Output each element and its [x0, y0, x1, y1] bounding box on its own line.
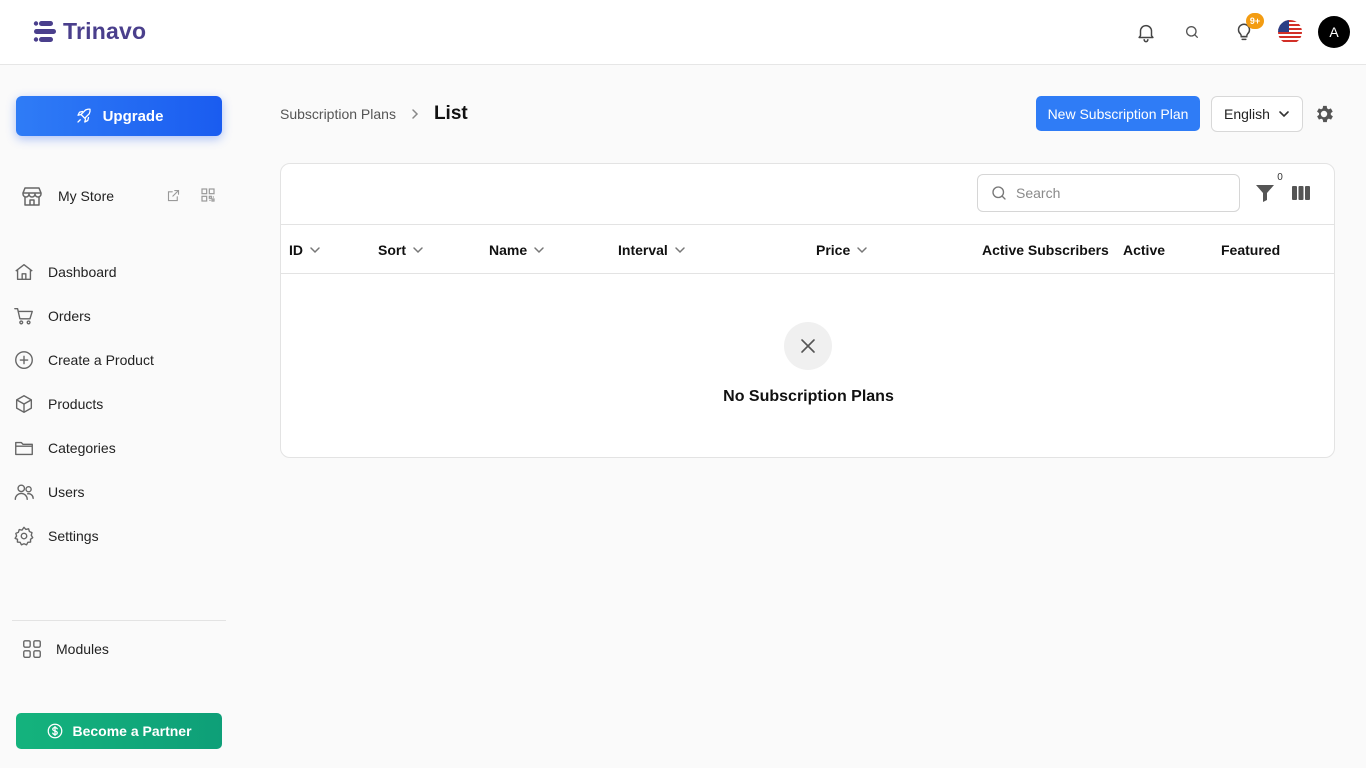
language-flag-button[interactable] — [1278, 20, 1302, 44]
my-store-label: My Store — [58, 188, 115, 204]
us-flag-icon — [1278, 20, 1302, 44]
gear-icon — [1317, 105, 1333, 123]
table-search[interactable] — [977, 174, 1240, 212]
rocket-icon — [76, 108, 91, 123]
column-id[interactable]: ID — [289, 241, 321, 259]
sidebar-item-label: Orders — [48, 308, 91, 324]
sidebar-item-label: Products — [48, 396, 104, 412]
sidebar-item-categories[interactable]: Categories — [12, 433, 222, 463]
columns-icon — [1292, 186, 1310, 200]
external-link-icon — [167, 189, 180, 202]
upgrade-label: Upgrade — [102, 107, 164, 125]
sidebar-divider — [12, 620, 226, 621]
chevron-down-icon — [675, 247, 685, 254]
top-bar: Trinavo 9+ A — [0, 0, 1366, 65]
chevron-down-icon — [857, 247, 867, 254]
search-input[interactable] — [1016, 185, 1216, 201]
my-store-row[interactable]: My Store — [20, 184, 220, 208]
column-name[interactable]: Name — [489, 241, 545, 259]
brand-name: Trinavo — [63, 18, 147, 44]
search-icon — [1186, 26, 1198, 38]
column-label: Name — [489, 242, 528, 258]
notifications-button[interactable] — [1134, 20, 1158, 44]
filter-count-badge: 0 — [1277, 172, 1283, 183]
dollar-circle-icon — [48, 723, 63, 739]
language-selected: English — [1224, 106, 1270, 122]
column-label: ID — [289, 242, 303, 258]
become-partner-button[interactable]: Become a Partner — [16, 713, 222, 749]
column-price[interactable]: Price — [816, 241, 868, 259]
subscription-plans-table-card: 0 ID Sort Name Interval Price Active Sub… — [280, 163, 1335, 458]
header-search-button[interactable] — [1180, 20, 1204, 44]
column-label: Price — [816, 242, 851, 258]
column-label: Interval — [618, 242, 668, 258]
column-sort[interactable]: Sort — [378, 241, 424, 259]
empty-state-message: No Subscription Plans — [723, 388, 894, 405]
chevron-down-icon — [534, 247, 544, 254]
upgrade-button[interactable]: Upgrade — [16, 96, 222, 136]
trinavo-logo-icon — [33, 20, 56, 42]
partner-label: Become a Partner — [72, 723, 192, 739]
filter-button[interactable] — [1255, 182, 1275, 204]
close-icon — [801, 339, 815, 353]
chevron-down-icon — [310, 247, 320, 254]
store-qr-button[interactable] — [200, 187, 216, 203]
ideas-badge: 9+ — [1246, 13, 1264, 29]
chevron-right-icon — [410, 108, 420, 120]
sidebar-item-orders[interactable]: Orders — [12, 301, 222, 331]
sidebar-item-modules[interactable]: Modules — [20, 634, 230, 664]
sidebar-item-label: Users — [48, 484, 85, 500]
column-featured: Featured — [1221, 241, 1280, 259]
sidebar-item-label: Settings — [48, 528, 99, 544]
page-settings-button[interactable] — [1313, 103, 1335, 125]
sidebar-item-settings[interactable]: Settings — [12, 521, 222, 551]
home-icon — [12, 260, 36, 284]
chevron-down-icon — [413, 247, 423, 254]
column-label: Sort — [378, 242, 406, 258]
sidebar-item-label: Modules — [56, 641, 109, 657]
qr-code-icon — [201, 188, 215, 202]
column-active-subscribers: Active Subscribers — [982, 241, 1109, 259]
bell-icon — [1138, 24, 1154, 43]
users-icon — [12, 480, 36, 504]
gear-icon — [12, 524, 36, 548]
sidebar-item-create-product[interactable]: Create a Product — [12, 345, 222, 375]
store-icon — [22, 187, 42, 206]
column-active: Active — [1123, 241, 1165, 259]
table-header: ID Sort Name Interval Price Active Subsc… — [281, 224, 1334, 274]
column-interval[interactable]: Interval — [618, 241, 686, 259]
user-avatar[interactable]: A — [1318, 16, 1350, 48]
sidebar-item-label: Categories — [48, 440, 116, 456]
new-subscription-plan-button[interactable]: New Subscription Plan — [1036, 96, 1200, 131]
sidebar-item-users[interactable]: Users — [12, 477, 222, 507]
empty-state-icon-wrap — [784, 322, 832, 370]
brand-logo[interactable]: Trinavo — [33, 18, 146, 45]
box-icon — [12, 392, 36, 416]
sidebar-item-dashboard[interactable]: Dashboard — [12, 257, 222, 287]
filter-icon — [1256, 185, 1274, 202]
breadcrumb: Subscription Plans List — [280, 102, 468, 126]
breadcrumb-parent[interactable]: Subscription Plans — [280, 106, 396, 122]
sidebar-item-label: Create a Product — [48, 352, 154, 368]
page-title: List — [433, 103, 468, 124]
cart-icon — [12, 304, 36, 328]
sidebar-item-label: Dashboard — [48, 264, 117, 280]
grid-icon — [20, 637, 44, 661]
column-label: Active — [1123, 242, 1166, 258]
language-select[interactable]: English — [1211, 96, 1303, 132]
plus-circle-icon — [12, 348, 36, 372]
search-icon — [992, 186, 1006, 200]
column-label: Active Subscribers — [982, 242, 1109, 258]
folder-icon — [12, 436, 36, 460]
open-store-button[interactable] — [166, 188, 181, 203]
sidebar-item-products[interactable]: Products — [12, 389, 222, 419]
columns-toggle-button[interactable] — [1291, 185, 1311, 201]
column-label: Featured — [1221, 242, 1281, 258]
chevron-down-icon — [1278, 109, 1290, 119]
